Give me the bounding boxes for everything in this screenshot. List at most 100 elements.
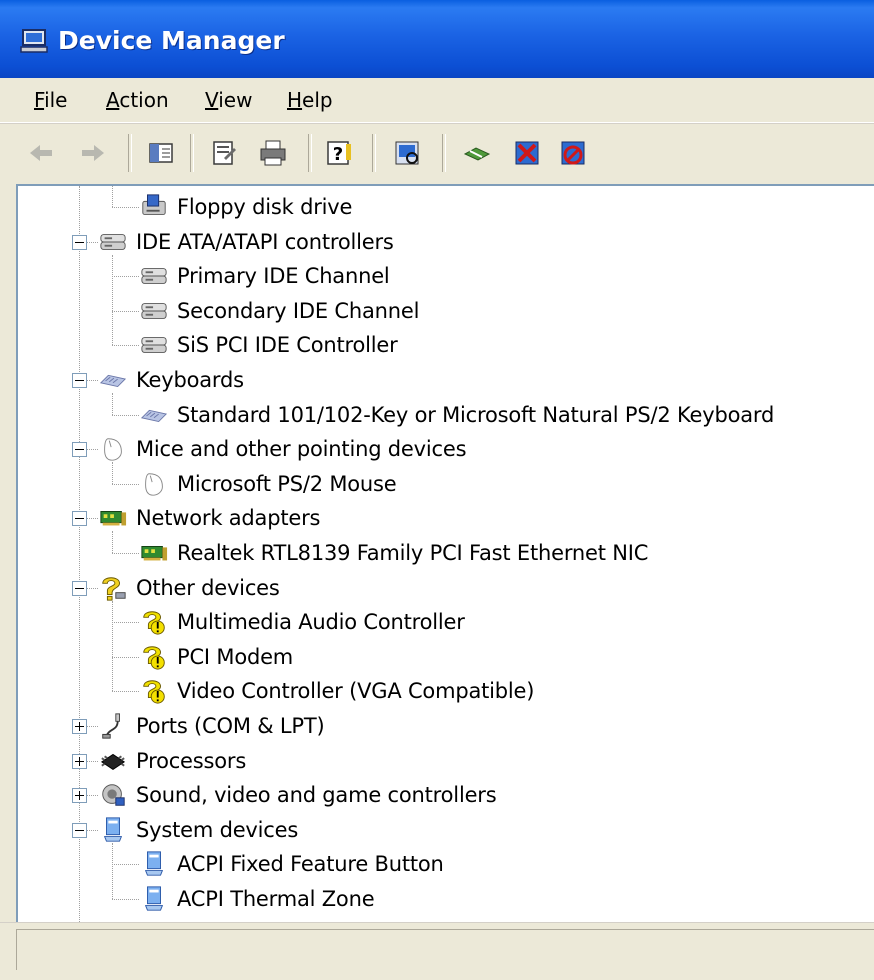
tree-device-item[interactable]: PCI Modem <box>139 640 293 674</box>
tree-device-item[interactable]: Multimedia Audio Controller <box>139 605 465 639</box>
tree-line <box>87 726 98 727</box>
expand-toggle[interactable] <box>72 719 87 734</box>
ide-controller-icon <box>141 268 167 285</box>
system-device-icon <box>145 886 163 911</box>
menu-view[interactable]: View <box>205 88 252 112</box>
collapse-toggle[interactable] <box>72 373 87 388</box>
tree-line <box>112 254 113 346</box>
menu-file[interactable]: File <box>34 88 67 112</box>
port-icon <box>101 712 121 740</box>
collapse-toggle[interactable] <box>72 442 87 458</box>
tree-item-label: Ports (COM & LPT) <box>136 714 325 738</box>
tree-device-item[interactable]: Secondary IDE Channel <box>139 294 419 328</box>
tree-device-item[interactable]: Standard 101/102-Key or Microsoft Natura… <box>139 398 774 432</box>
keyboard-icon <box>100 374 126 387</box>
device-tree[interactable]: Floppy disk drive IDE ATA/ATAPI controlle… <box>16 184 874 922</box>
tree-line <box>112 691 139 693</box>
tree-line <box>112 276 139 278</box>
tree-item-label: ACPI Thermal Zone <box>177 887 375 911</box>
tree-line <box>87 795 98 797</box>
tree-device-item[interactable]: Primary IDE Channel <box>139 259 390 293</box>
floppy-drive-icon <box>142 194 166 215</box>
show-hide-console-tree-icon[interactable] <box>146 138 176 168</box>
tree-device-item[interactable]: SiS PCI IDE Controller <box>139 328 398 362</box>
tree-device-item[interactable]: ACPI Thermal Zone <box>139 882 375 916</box>
tree-category[interactable]: Processors <box>98 744 246 778</box>
tree-device-item[interactable]: ACPI Fixed Feature Button <box>139 847 444 881</box>
tree-item-label: Keyboards <box>136 368 244 392</box>
toolbar-separator <box>128 134 132 172</box>
scan-hardware-icon[interactable] <box>392 138 422 168</box>
tree-item-label: PCI Modem <box>177 644 294 669</box>
network-card-icon <box>100 511 127 527</box>
tree-device-item[interactable]: Realtek RTL8139 Family PCI Fast Ethernet… <box>139 536 648 570</box>
keyboard-icon <box>141 409 167 422</box>
sound-icon <box>102 784 125 806</box>
status-panel <box>16 929 874 970</box>
expand-toggle[interactable] <box>72 753 87 769</box>
tree-category[interactable]: IDE ATA/ATAPI controllers <box>98 225 394 259</box>
menu-help[interactable]: Help <box>287 88 333 112</box>
warning-device-icon <box>143 611 165 635</box>
tree-item-label: System devices <box>136 817 299 842</box>
help-icon[interactable]: ? <box>324 138 354 168</box>
mouse-icon <box>104 438 122 461</box>
ide-controller-icon <box>141 337 167 354</box>
network-card-icon <box>141 546 168 561</box>
tree-line <box>79 186 80 922</box>
tree-line <box>112 656 139 658</box>
tree-line <box>112 600 113 692</box>
tree-category[interactable]: Network adapters <box>98 501 320 535</box>
uninstall-icon[interactable] <box>512 138 542 168</box>
tree-line <box>112 414 139 416</box>
tree-device-item[interactable]: Microsoft PS/2 Mouse <box>139 467 397 501</box>
tree-line <box>87 449 98 451</box>
tree-category[interactable]: System devices <box>98 813 298 847</box>
collapse-toggle[interactable] <box>72 234 87 250</box>
system-device-icon <box>104 817 122 842</box>
properties-icon[interactable] <box>208 138 238 168</box>
tree-line <box>87 760 98 762</box>
tree-category[interactable]: Ports (COM & LPT) <box>98 709 325 743</box>
unknown-device-icon <box>102 576 126 601</box>
tree-line <box>112 899 139 900</box>
collapse-toggle[interactable] <box>72 580 87 596</box>
tree-item-label: Video Controller (VGA Compatible) <box>177 679 535 704</box>
title-bar[interactable]: Device Manager <box>0 0 874 78</box>
device-manager-window: Device Manager File Action View Help ? F… <box>0 0 874 980</box>
tree-line <box>112 553 139 554</box>
back-icon[interactable] <box>26 138 56 168</box>
collapse-toggle[interactable] <box>72 511 87 527</box>
tree-item-label: Mice and other pointing devices <box>136 437 467 462</box>
disable-icon[interactable] <box>558 138 588 168</box>
tree-category[interactable]: Sound, video and game controllers <box>98 778 497 812</box>
tree-line <box>112 186 113 207</box>
tree-item-label: ACPI Fixed Feature Button <box>177 852 444 877</box>
tree-category[interactable]: Other devices <box>98 571 280 605</box>
tree-device-item[interactable]: Floppy disk drive <box>139 190 352 224</box>
tree-device-item[interactable]: Video Controller (VGA Compatible) <box>139 674 534 708</box>
tree-item-label: SiS PCI IDE Controller <box>177 333 398 358</box>
collapse-toggle[interactable] <box>72 822 87 838</box>
menu-action[interactable]: Action <box>106 88 169 112</box>
tree-category[interactable]: Mice and other pointing devices <box>98 432 467 466</box>
tree-item-label: Sound, video and game controllers <box>136 783 497 808</box>
print-icon[interactable] <box>258 138 288 168</box>
expand-toggle[interactable] <box>72 788 87 804</box>
tree-item-label: Realtek RTL8139 Family PCI Fast Ethernet… <box>177 541 649 565</box>
menu-bar: File Action View Help <box>0 78 874 123</box>
tree-item-label: Standard 101/102-Key or Microsoft Natura… <box>177 402 775 427</box>
toolbar-separator <box>442 134 446 172</box>
warning-device-icon <box>143 680 165 704</box>
tree-category[interactable]: Keyboards <box>98 363 244 397</box>
toolbar-separator <box>372 134 376 172</box>
tree-line <box>112 310 139 312</box>
forward-icon[interactable] <box>78 138 108 168</box>
tree-item-label: Network adapters <box>136 506 321 531</box>
tree-item-label: Floppy disk drive <box>177 195 353 219</box>
tree-line <box>87 518 98 520</box>
tree-line <box>112 483 139 485</box>
status-bar <box>0 922 874 980</box>
update-driver-icon[interactable] <box>462 138 492 168</box>
processor-icon <box>100 753 126 770</box>
